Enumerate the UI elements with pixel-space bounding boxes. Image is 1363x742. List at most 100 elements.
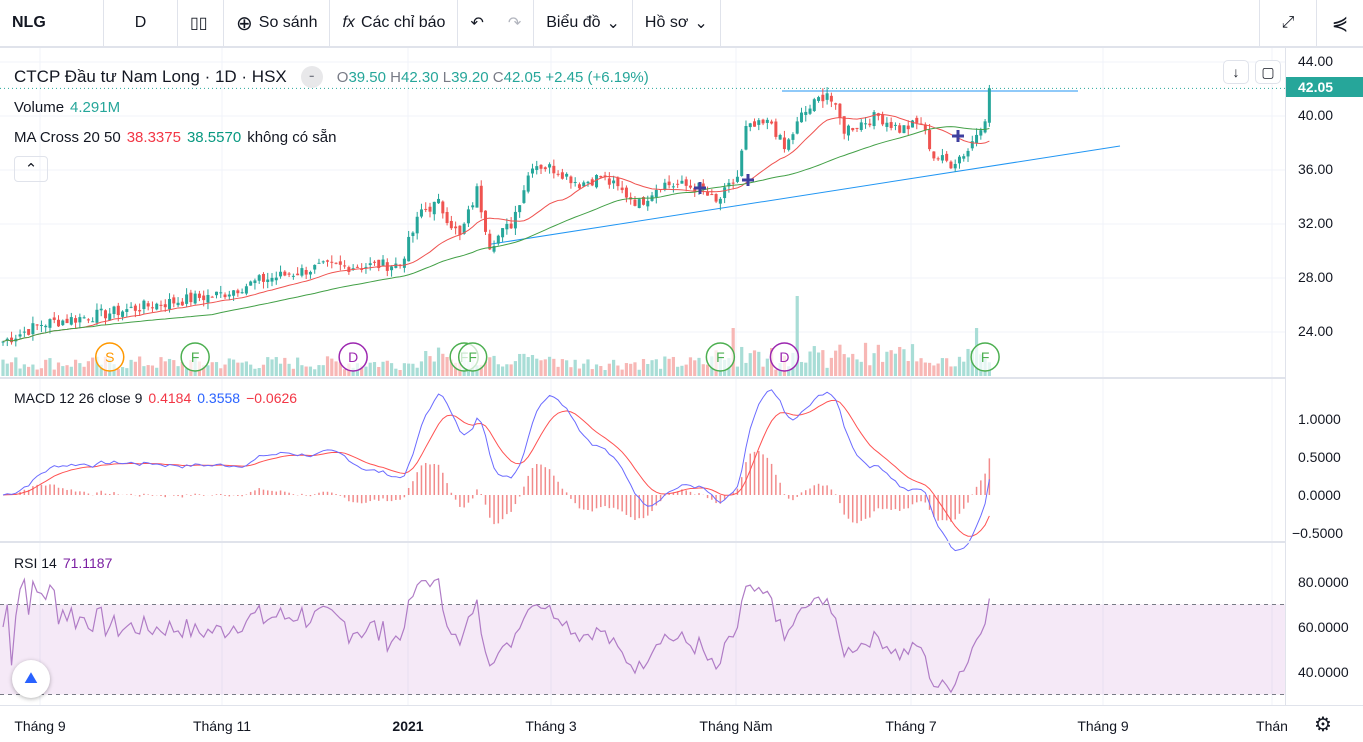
volume-bar <box>343 369 347 376</box>
candle-body <box>129 306 133 308</box>
candle-body <box>116 305 120 316</box>
candle-body <box>975 134 979 144</box>
share-button[interactable]: ⋞ <box>1317 0 1363 47</box>
candle-body <box>509 223 513 229</box>
volume-bar <box>612 359 616 376</box>
volume-bar <box>885 351 889 376</box>
volume-bar <box>560 359 564 376</box>
macd-legend: MACD 12 26 close 9 0.4184 0.3558 −0.0626 <box>14 390 298 406</box>
candle-body <box>308 271 312 275</box>
volume-bar <box>765 358 769 376</box>
volume-bar <box>300 365 304 376</box>
volume-bar <box>693 360 697 376</box>
candle-body <box>680 180 684 184</box>
volume-bar <box>236 362 240 376</box>
candle-body <box>317 262 321 264</box>
candle-body <box>821 94 825 102</box>
gear-icon: ⚙ <box>1314 714 1332 736</box>
pane-separator[interactable] <box>0 541 1285 543</box>
candle-body <box>466 209 470 224</box>
candle-body <box>859 122 863 130</box>
candle-body <box>979 130 983 136</box>
candle-body <box>121 311 125 317</box>
volume-bar <box>488 357 492 376</box>
volume-bar <box>436 347 441 376</box>
event-letter: F <box>468 349 477 365</box>
candle-body <box>902 125 906 134</box>
candle-body <box>215 291 218 296</box>
candle-body <box>372 261 376 263</box>
volume-bar <box>834 350 838 376</box>
candle-body <box>402 258 406 268</box>
volume-bar <box>902 349 906 376</box>
candle-body <box>714 194 718 202</box>
volume-bar <box>321 365 325 376</box>
volume-bar <box>368 362 372 376</box>
volume-bar <box>9 362 14 376</box>
arrow-down-icon: ↓ <box>1232 64 1240 80</box>
symbol-title: CTCP Đầu tư Nam Long · 1D · HSX <box>14 67 287 86</box>
volume-bar <box>808 351 812 376</box>
candle-body <box>57 319 61 327</box>
scroll-down-button[interactable]: ↓ <box>1223 60 1249 84</box>
volume-bar <box>385 360 389 376</box>
candle-body <box>172 297 176 304</box>
volume-bar <box>522 353 526 376</box>
candle-body <box>86 319 90 321</box>
volume-bar <box>44 359 48 376</box>
volume-bar <box>637 369 641 376</box>
volume-bar <box>116 368 120 376</box>
candle-body <box>74 318 78 323</box>
volume-bar <box>65 365 69 376</box>
candle-body <box>274 277 278 281</box>
volume-bar <box>381 361 385 376</box>
hide-legend-button[interactable]: - <box>300 66 323 88</box>
tradingview-logo[interactable]: ⛰ <box>12 660 50 698</box>
volume-bar <box>535 358 539 376</box>
volume-bar <box>214 362 219 376</box>
volume-bar <box>155 367 159 376</box>
settings-button[interactable]: ⚙ <box>1314 712 1332 737</box>
volume-bar <box>821 350 825 376</box>
candle-body <box>817 97 821 101</box>
time-axis[interactable]: Tháng 9 Tháng 11 2021 Tháng 3 Tháng Năm … <box>0 705 1363 742</box>
candle-body <box>770 121 774 124</box>
candle-body <box>799 112 803 123</box>
volume-bar <box>296 357 300 376</box>
maximize-pane-button[interactable]: ▢ <box>1255 60 1281 84</box>
candle-body <box>159 304 163 306</box>
ma20-value: 38.3375 <box>126 128 181 146</box>
candle-body <box>787 139 791 150</box>
candle-body <box>795 121 799 134</box>
candle-body <box>65 318 69 324</box>
volume-bar <box>261 364 266 376</box>
candle-body <box>735 176 739 182</box>
volume-bar <box>838 344 842 376</box>
price-axis[interactable]: 44.00 40.00 36.00 32.00 28.00 24.00 42.0… <box>1285 48 1363 705</box>
candle-body <box>812 99 816 111</box>
collapse-legend-button[interactable]: ⌃ <box>14 156 48 182</box>
volume-bar <box>552 358 556 376</box>
candle-body <box>304 270 308 275</box>
volume-bar <box>167 358 172 376</box>
volume-bar <box>257 368 261 376</box>
candle-body <box>240 292 244 294</box>
candle-body <box>872 112 876 127</box>
pane-separator[interactable] <box>0 377 1285 379</box>
candle-body <box>748 123 752 128</box>
volume-bar <box>27 366 31 376</box>
candle-body <box>287 273 291 275</box>
volume-bar <box>428 356 432 376</box>
volume-bar <box>86 361 90 376</box>
candle-body <box>842 116 846 134</box>
volume-bar <box>129 359 133 376</box>
candle-body <box>428 206 432 212</box>
candle-body <box>125 309 129 312</box>
volume-bar <box>206 365 210 376</box>
event-letter: F <box>716 349 725 365</box>
volume-bar <box>159 357 163 376</box>
candle-body <box>163 304 167 308</box>
candle-body <box>915 117 919 123</box>
candle-body <box>577 184 581 189</box>
candle-body <box>633 199 637 206</box>
